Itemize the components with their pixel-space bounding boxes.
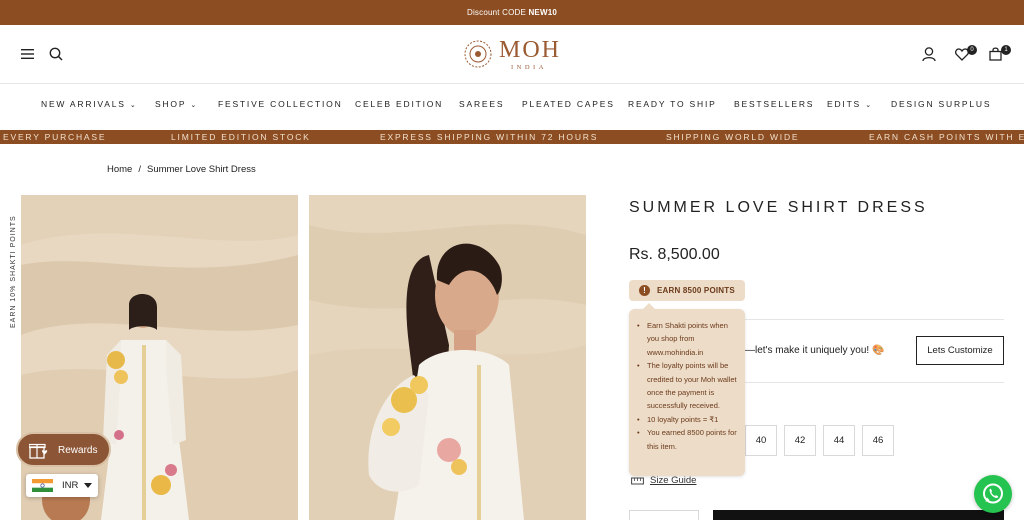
rewards-label: Rewards (58, 445, 98, 456)
earn-points-label: EARN 8500 POINTS (657, 286, 735, 295)
ticker-item: EVERY PURCHASE (3, 132, 107, 142)
nav-item-shop[interactable]: SHOP ⌄ (155, 99, 196, 109)
tooltip-item: The loyalty points will be credited to y… (637, 359, 737, 413)
customize-prompt: —let's make it uniquely you! 🎨 (745, 345, 885, 356)
side-label-text: EARN 10% SHAKTI POINTS (10, 215, 17, 328)
nav-label: EDITS (827, 99, 862, 109)
main-nav: NEW ARRIVALS ⌄ SHOP ⌄ FESTIVE COLLECTION… (0, 99, 1024, 117)
ticker-item: EXPRESS SHIPPING WITHIN 72 HOURS (380, 132, 599, 142)
chevron-down-icon: ⌄ (865, 102, 872, 109)
breadcrumb: Home / Summer Love Shirt Dress (107, 164, 256, 175)
whatsapp-icon (983, 483, 1003, 504)
nav-item-celeb-edition[interactable]: CELEB EDITION (355, 99, 443, 109)
logo-subtext: INDIA (511, 64, 547, 71)
announcement-bar: Discount CODE NEW10 (0, 0, 1024, 25)
product-title: SUMMER LOVE SHIRT DRESS (629, 199, 928, 216)
customize-button[interactable]: Lets Customize (916, 336, 1004, 365)
currency-code: INR (62, 480, 79, 491)
size-option[interactable]: 44 (823, 425, 855, 456)
size-option[interactable]: 42 (784, 425, 816, 456)
nav-item-festive-collection[interactable]: FESTIVE COLLECTION (218, 99, 343, 109)
chevron-down-icon: ⌄ (129, 102, 136, 109)
breadcrumb-current: Summer Love Shirt Dress (146, 164, 256, 175)
ticker-item: EARN CASH POINTS WITH E (869, 132, 1024, 142)
whatsapp-button[interactable] (974, 475, 1012, 513)
breadcrumb-separator: / (138, 164, 141, 175)
tooltip-list: Earn Shakti points when you shop from ww… (637, 319, 737, 453)
ticker-item: SHIPPING WORLD WIDE (666, 132, 800, 142)
earn-points-badge[interactable]: ! EARN 8500 POINTS (629, 280, 745, 301)
menu-icon[interactable] (21, 49, 34, 59)
size-guide-label: Size Guide (650, 475, 697, 486)
breadcrumb-home[interactable]: Home (107, 164, 132, 175)
quantity-stepper[interactable] (629, 510, 699, 520)
logo-text: MOH (499, 37, 562, 63)
nav-label: NEW ARRIVALS (41, 99, 126, 109)
promo-ticker: EVERY PURCHASE LIMITED EDITION STOCK EXP… (0, 130, 1024, 144)
nav-item-new-arrivals[interactable]: NEW ARRIVALS ⌄ (41, 99, 136, 109)
nav-label: SHOP (155, 99, 187, 109)
nav-item-sarees[interactable]: SAREES (459, 99, 504, 109)
size-option[interactable]: 40 (745, 425, 777, 456)
tooltip-item: You earned 8500 points for this item. (637, 426, 737, 453)
nav-item-bestsellers[interactable]: BESTSELLERS (734, 99, 814, 109)
logo-emblem-icon (464, 40, 492, 68)
announcement-prefix: Discount CODE (466, 8, 529, 17)
nav-item-pleated-capes[interactable]: PLEATED CAPES (522, 99, 615, 109)
account-icon[interactable] (922, 47, 936, 62)
product-image-1[interactable] (21, 195, 298, 520)
ruler-icon (631, 477, 644, 485)
caret-down-icon (84, 483, 92, 488)
product-image-2[interactable] (309, 195, 586, 520)
currency-selector[interactable]: INR (26, 474, 98, 497)
chevron-down-icon: ⌄ (190, 102, 197, 109)
product-photo-closeup (309, 195, 586, 520)
search-icon[interactable] (49, 47, 63, 61)
discount-code: NEW10 (528, 8, 558, 17)
product-price: Rs. 8,500.00 (629, 246, 720, 263)
info-icon: ! (639, 285, 650, 296)
rewards-button[interactable]: Rewards (16, 432, 111, 467)
ticker-item: LIMITED EDITION STOCK (171, 132, 311, 142)
product-photo-full-length (21, 195, 298, 520)
tooltip-item: 10 loyalty points = ₹1 (637, 413, 737, 427)
nav-item-design-surplus[interactable]: DESIGN SURPLUS (891, 99, 991, 109)
size-guide-link[interactable]: Size Guide (631, 475, 696, 486)
points-tooltip: Earn Shakti points when you shop from ww… (629, 303, 745, 476)
add-to-cart-button[interactable] (713, 510, 1004, 520)
brand-logo[interactable]: MOH INDIA (463, 37, 567, 73)
nav-item-ready-to-ship[interactable]: READY TO SHIP (628, 99, 717, 109)
shakti-points-side-tab[interactable]: EARN 10% SHAKTI POINTS (8, 215, 20, 330)
cart-count-badge: 1 (1001, 45, 1011, 55)
india-flag-icon (32, 479, 53, 492)
size-option[interactable]: 46 (862, 425, 894, 456)
wishlist-count-badge: 0 (967, 45, 977, 55)
site-header: MOH INDIA 0 1 (0, 25, 1024, 84)
gift-icon (29, 443, 48, 459)
tooltip-item: Earn Shakti points when you shop from ww… (637, 319, 737, 359)
nav-item-edits[interactable]: EDITS ⌄ (827, 99, 871, 109)
